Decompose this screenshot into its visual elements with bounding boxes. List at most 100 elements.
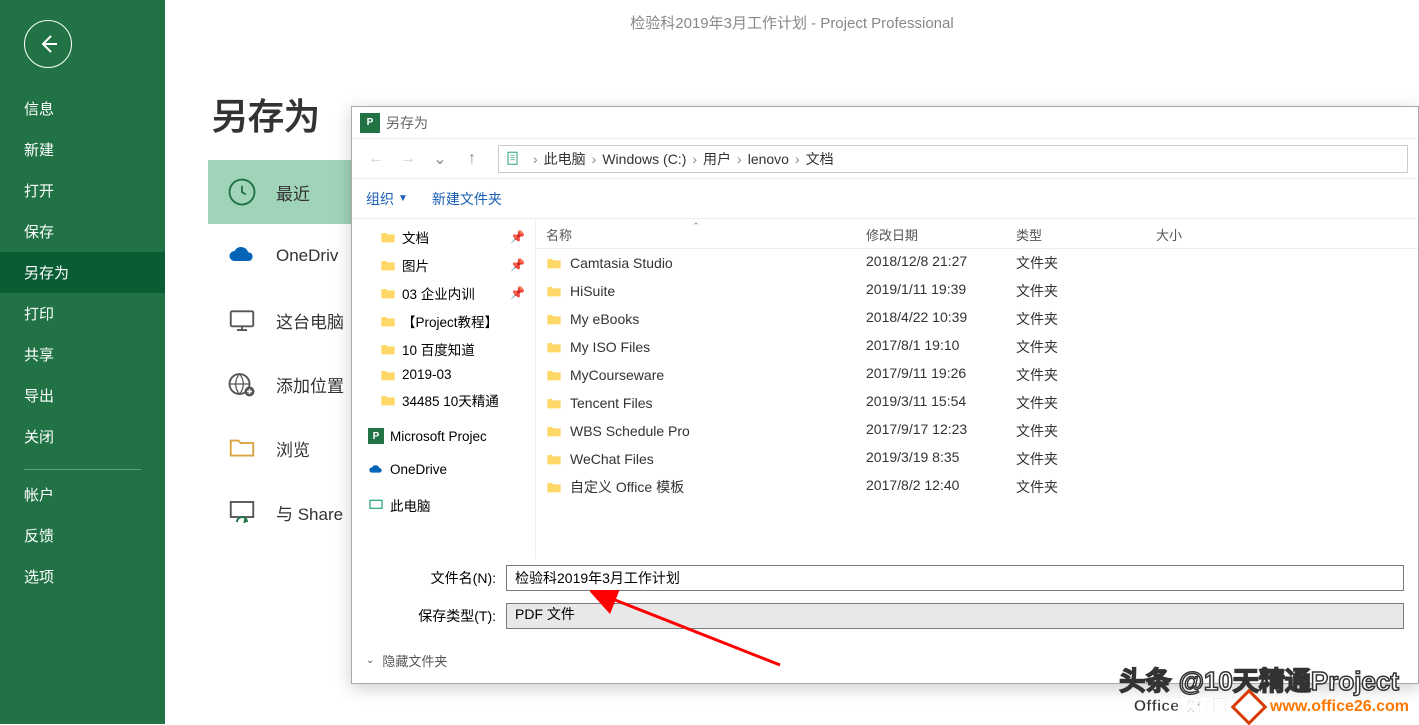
tree-item[interactable]: 文档📌 <box>352 223 535 251</box>
nav-feedback[interactable]: 反馈 <box>0 515 165 556</box>
back-button[interactable] <box>24 20 72 68</box>
filename-row: 文件名(N): <box>352 559 1418 597</box>
folder-icon <box>546 368 562 382</box>
project-app-icon: P <box>360 113 380 133</box>
file-row[interactable]: 自定义 Office 模板2017/8/2 12:40文件夹 <box>536 473 1418 501</box>
pc-icon <box>226 304 258 336</box>
sync-icon <box>226 496 258 528</box>
breadcrumb[interactable]: › 此电脑› Windows (C:)› 用户› lenovo› 文档 <box>498 145 1408 173</box>
file-date: 2019/3/19 8:35 <box>856 445 1006 473</box>
nav-up-icon[interactable]: ↑ <box>458 145 486 173</box>
file-name: My ISO Files <box>570 339 650 355</box>
file-name: My eBooks <box>570 311 639 327</box>
file-name: Tencent Files <box>570 395 652 411</box>
tree-item-onedrive[interactable]: OneDrive <box>352 458 535 481</box>
nav-dropdown-icon[interactable]: ⌄ <box>426 145 454 173</box>
file-row[interactable]: HiSuite2019/1/11 19:39文件夹 <box>536 277 1418 305</box>
folder-icon <box>546 480 562 494</box>
chevron-down-icon: ▼ <box>398 193 408 204</box>
file-type: 文件夹 <box>1006 249 1146 277</box>
watermark-url: Office教程网 www.office26.com <box>1134 692 1409 720</box>
folder-icon <box>380 286 396 300</box>
file-row[interactable]: WeChat Files2019/3/19 8:35文件夹 <box>536 445 1418 473</box>
file-row[interactable]: Camtasia Studio 2018/12/8 21:27文件夹 <box>536 249 1418 277</box>
tree-item[interactable]: 【Project教程】 <box>352 307 535 335</box>
nav-back-icon[interactable]: ← <box>362 145 390 173</box>
hide-folders-link[interactable]: 隐藏文件夹 <box>382 651 447 670</box>
office-badge-icon <box>1230 689 1267 725</box>
globe-plus-icon <box>226 368 258 400</box>
file-row[interactable]: My eBooks2018/4/22 10:39文件夹 <box>536 305 1418 333</box>
nav-info[interactable]: 信息 <box>0 88 165 129</box>
clock-icon <box>226 176 258 208</box>
file-name: Camtasia Studio <box>570 255 673 271</box>
nav-new[interactable]: 新建 <box>0 129 165 170</box>
tree-item[interactable]: 34485 10天精通 <box>352 386 535 414</box>
breadcrumb-item[interactable]: lenovo <box>748 151 789 167</box>
project-app-icon: P <box>368 428 384 444</box>
tree-item-project[interactable]: PMicrosoft Projec <box>352 424 535 448</box>
nav-forward-icon[interactable]: → <box>394 145 422 173</box>
folder-icon <box>546 452 562 466</box>
cloud-icon <box>368 463 384 477</box>
folder-icon <box>380 314 396 328</box>
newfolder-button[interactable]: 新建文件夹 <box>432 189 502 209</box>
file-type: 文件夹 <box>1006 389 1146 417</box>
folder-icon <box>546 424 562 438</box>
file-date: 2017/8/2 12:40 <box>856 473 1006 501</box>
breadcrumb-item[interactable]: 此电脑 <box>544 149 586 169</box>
folder-icon <box>546 312 562 326</box>
page-title: 另存为 <box>212 88 320 140</box>
nav-print[interactable]: 打印 <box>0 293 165 334</box>
tree-item[interactable]: 10 百度知道 <box>352 335 535 363</box>
nav-save[interactable]: 保存 <box>0 211 165 252</box>
saveas-label: 最近 <box>276 180 310 205</box>
breadcrumb-item[interactable]: 文档 <box>806 149 834 169</box>
file-date: 2017/9/11 19:26 <box>856 361 1006 389</box>
breadcrumb-item[interactable]: Windows (C:) <box>602 151 686 167</box>
tree-item-thispc[interactable]: 此电脑 <box>352 491 535 519</box>
folder-icon <box>380 230 396 244</box>
nav-open[interactable]: 打开 <box>0 170 165 211</box>
cloud-icon <box>226 240 258 272</box>
filetype-row: 保存类型(T): PDF 文件 <box>352 597 1418 635</box>
saveas-dialog: P 另存为 ← → ⌄ ↑ › 此电脑› Windows (C:)› 用户› l… <box>351 106 1419 684</box>
breadcrumb-item[interactable]: 用户 <box>703 149 731 169</box>
file-row[interactable]: MyCourseware2017/9/11 19:26文件夹 <box>536 361 1418 389</box>
saveas-label: 这台电脑 <box>276 308 344 333</box>
tree-item[interactable]: 03 企业内训📌 <box>352 279 535 307</box>
nav-divider <box>24 469 141 470</box>
folder-icon <box>380 368 396 382</box>
saveas-label: OneDriv <box>276 246 338 266</box>
tree-item[interactable]: 图片📌 <box>352 251 535 279</box>
file-row[interactable]: My ISO Files 2017/8/1 19:10文件夹 <box>536 333 1418 361</box>
nav-account[interactable]: 帐户 <box>0 474 165 515</box>
column-name[interactable]: 名称⌃ <box>536 219 856 248</box>
nav-share[interactable]: 共享 <box>0 334 165 375</box>
filetype-dropdown[interactable]: PDF 文件 <box>506 603 1404 629</box>
file-type: 文件夹 <box>1006 333 1146 361</box>
file-date: 2017/8/1 19:10 <box>856 333 1006 361</box>
folder-docs-icon <box>505 150 523 168</box>
app-title: 检验科2019年3月工作计划 - Project Professional <box>165 12 1419 33</box>
saveas-label: 浏览 <box>276 436 310 461</box>
column-date[interactable]: 修改日期 <box>856 219 1006 248</box>
file-row[interactable]: WBS Schedule Pro2017/9/17 12:23文件夹 <box>536 417 1418 445</box>
file-name: WBS Schedule Pro <box>570 423 690 439</box>
column-size[interactable]: 大小 <box>1146 219 1418 248</box>
nav-saveas[interactable]: 另存为 <box>0 252 165 293</box>
file-list-header: 名称⌃ 修改日期 类型 大小 <box>536 219 1418 249</box>
nav-close[interactable]: 关闭 <box>0 416 165 457</box>
folder-icon <box>380 258 396 272</box>
dialog-title-text: 另存为 <box>386 113 428 133</box>
column-type[interactable]: 类型 <box>1006 219 1146 248</box>
nav-export[interactable]: 导出 <box>0 375 165 416</box>
filename-input[interactable] <box>506 565 1404 591</box>
file-date: 2018/12/8 21:27 <box>856 249 1006 277</box>
saveas-label: 与 Share <box>276 500 343 525</box>
organize-button[interactable]: 组织 ▼ <box>366 189 408 209</box>
file-list: 名称⌃ 修改日期 类型 大小 Camtasia Studio 2018/12/8 … <box>536 219 1418 559</box>
tree-item[interactable]: 2019-03 <box>352 363 535 386</box>
file-row[interactable]: Tencent Files2019/3/11 15:54文件夹 <box>536 389 1418 417</box>
nav-options[interactable]: 选项 <box>0 556 165 597</box>
